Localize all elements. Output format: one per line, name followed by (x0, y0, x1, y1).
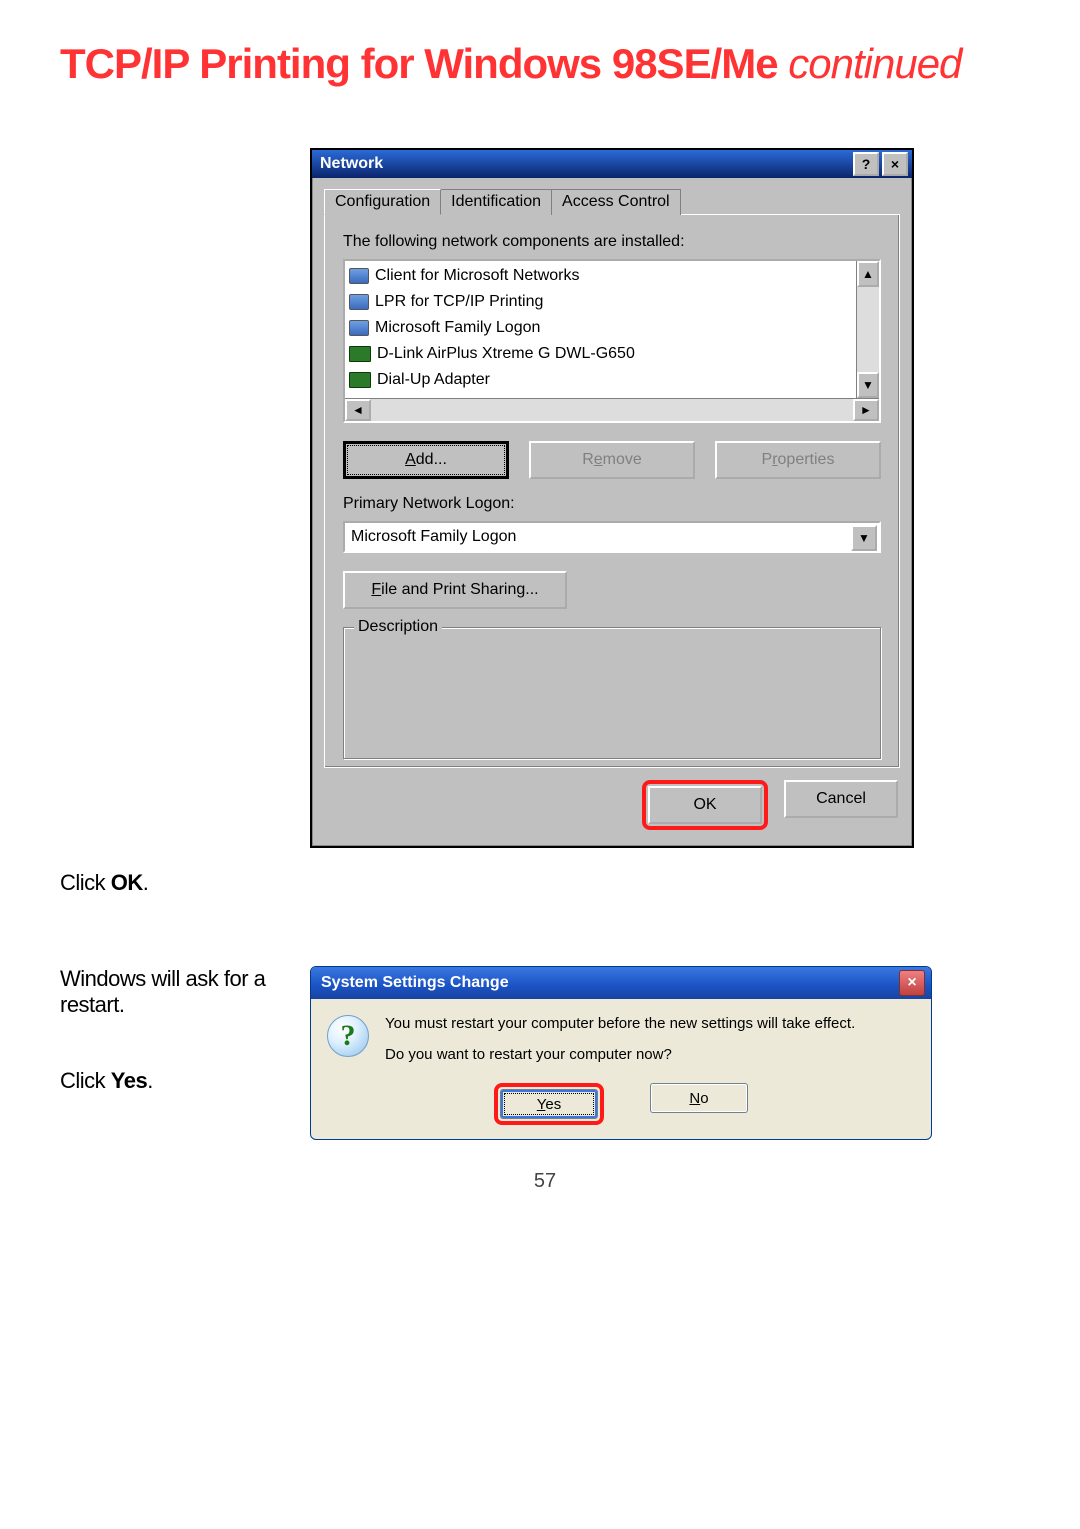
components-listbox[interactable]: Client for Microsoft Networks LPR for TC… (343, 259, 881, 423)
client-icon (349, 320, 369, 336)
description-group: Description (343, 627, 881, 759)
network-titlebar: Network ? × (312, 150, 912, 178)
properties-button[interactable]: Properties (715, 441, 881, 479)
close-button[interactable]: × (899, 970, 925, 996)
question-icon: ? (327, 1015, 369, 1057)
no-button[interactable]: No (650, 1083, 748, 1113)
remove-button[interactable]: Remove (529, 441, 695, 479)
scroll-left-button[interactable]: ◄ (345, 399, 371, 421)
title-continued: continued (788, 40, 961, 87)
system-settings-dialog: System Settings Change × ? You must rest… (310, 966, 932, 1140)
system-settings-title: System Settings Change (321, 974, 899, 992)
vertical-scrollbar[interactable]: ▲ ▼ (856, 261, 879, 398)
ok-highlight: OK (642, 780, 768, 830)
close-button[interactable]: × (882, 152, 908, 176)
network-tabs: Configuration Identification Access Cont… (312, 178, 912, 214)
network-dialog: Network ? × Configuration Identification… (310, 148, 914, 848)
list-item[interactable]: LPR for TCP/IP Printing (349, 289, 852, 315)
instruction-click-yes: Click Yes. (60, 1068, 290, 1094)
tab-configuration[interactable]: Configuration (324, 189, 441, 215)
list-item[interactable]: Client for Microsoft Networks (349, 263, 852, 289)
yes-button[interactable]: Yes (500, 1089, 598, 1119)
system-settings-text: You must restart your computer before th… (385, 1015, 855, 1077)
description-label: Description (354, 618, 442, 636)
page-number: 57 (60, 1170, 1030, 1193)
help-button[interactable]: ? (853, 152, 879, 176)
dropdown-value: Microsoft Family Logon (351, 528, 516, 546)
dropdown-arrow-icon[interactable]: ▼ (851, 525, 877, 551)
instruction-restart: Windows will ask for a restart. (60, 966, 290, 1018)
tab-identification[interactable]: Identification (440, 189, 552, 215)
scroll-down-button[interactable]: ▼ (857, 372, 879, 398)
ok-button[interactable]: OK (648, 786, 762, 824)
list-item[interactable]: Dial-Up Adapter (349, 367, 852, 393)
network-title-text: Network (320, 155, 850, 173)
list-item[interactable]: Microsoft Family Logon (349, 315, 852, 341)
client-icon (349, 294, 369, 310)
adapter-icon (349, 372, 371, 388)
client-icon (349, 268, 369, 284)
installed-components-label: The following network components are ins… (343, 233, 881, 251)
cancel-button[interactable]: Cancel (784, 780, 898, 818)
adapter-icon (349, 346, 371, 362)
tab-access-control[interactable]: Access Control (551, 189, 681, 215)
title-main: TCP/IP Printing for Windows 98SE/Me (60, 40, 788, 87)
primary-logon-dropdown[interactable]: Microsoft Family Logon ▼ (343, 521, 881, 553)
yes-highlight: Yes (494, 1083, 604, 1125)
primary-logon-label: Primary Network Logon: (343, 495, 881, 513)
horizontal-scrollbar[interactable]: ◄ ► (345, 398, 879, 421)
tab-body: The following network components are ins… (324, 214, 900, 768)
instruction-click-ok: Click OK. (60, 870, 290, 896)
file-print-sharing-button[interactable]: File and Print Sharing... (343, 571, 567, 609)
list-item[interactable]: D-Link AirPlus Xtreme G DWL-G650 (349, 341, 852, 367)
add-button[interactable]: Add... (343, 441, 509, 479)
page-title: TCP/IP Printing for Windows 98SE/Me cont… (60, 40, 1030, 88)
system-settings-titlebar: System Settings Change × (311, 967, 931, 999)
scroll-right-button[interactable]: ► (853, 399, 879, 421)
scroll-up-button[interactable]: ▲ (857, 261, 879, 287)
